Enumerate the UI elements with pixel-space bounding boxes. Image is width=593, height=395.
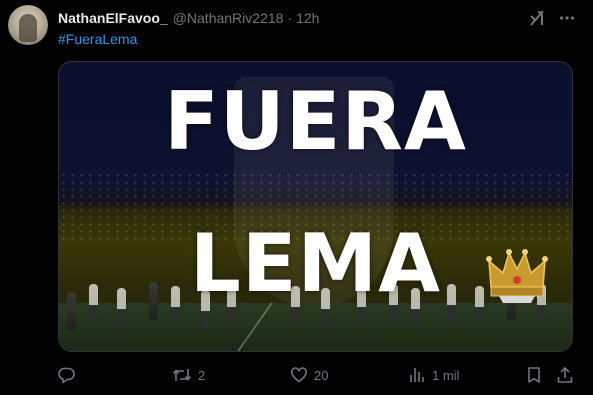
more-icon[interactable]: [556, 7, 578, 29]
action-bar: 2 20 1 mil: [54, 364, 578, 386]
share-button[interactable]: [556, 364, 574, 386]
tweet-header: NathanElFavoo_ @NathanRiv2218 · 12h: [58, 9, 319, 27]
like-count: 20: [314, 367, 329, 383]
heart-icon: [290, 367, 308, 383]
hashtag-link[interactable]: #FueraLema: [58, 31, 137, 47]
like-button[interactable]: 20: [290, 364, 328, 386]
retweet-button[interactable]: 2: [172, 364, 205, 386]
share-icon: [557, 366, 573, 383]
bookmark-button[interactable]: [525, 364, 543, 386]
retweet-count: 2: [198, 367, 206, 383]
tweet: NathanElFavoo_ @NathanRiv2218 · 12h #Fue…: [0, 0, 593, 395]
grok-icon[interactable]: [526, 7, 548, 29]
retweet-icon: [172, 369, 192, 381]
bookmark-icon: [528, 367, 540, 383]
avatar-figure: [19, 14, 37, 42]
banner-text-line-1: FUERA: [164, 75, 467, 168]
banner-text-line-2: LEMA: [189, 217, 442, 310]
post-image[interactable]: FUERA LEMA: [58, 61, 573, 352]
separator-dot: ·: [287, 10, 293, 26]
reply-button[interactable]: [58, 364, 82, 386]
display-name[interactable]: NathanElFavoo_: [58, 10, 168, 26]
timestamp[interactable]: 12h: [296, 10, 319, 26]
views-count: 1 mil: [432, 367, 460, 383]
views-icon: [410, 368, 424, 382]
views-button[interactable]: 1 mil: [408, 364, 459, 386]
user-handle[interactable]: @NathanRiv2218: [173, 10, 284, 26]
avatar[interactable]: [8, 5, 48, 45]
reply-icon: [58, 367, 75, 384]
